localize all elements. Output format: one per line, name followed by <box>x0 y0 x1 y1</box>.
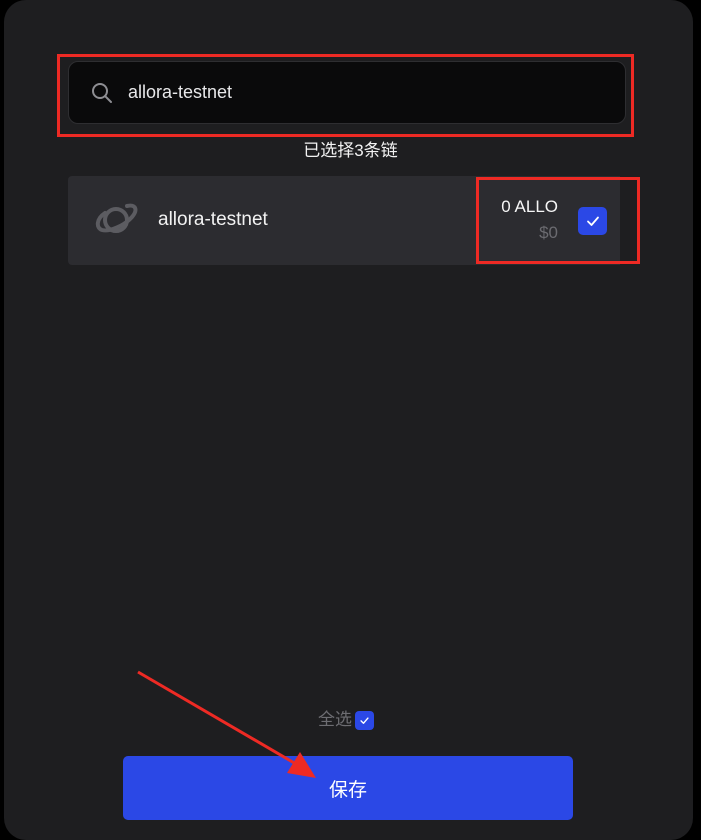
checkmark-icon <box>586 216 599 226</box>
selected-count-text: 已选择3条链 <box>303 141 398 160</box>
search-box[interactable] <box>68 61 626 124</box>
save-button[interactable]: 保存 <box>123 756 573 820</box>
search-icon <box>92 83 112 103</box>
search-input[interactable] <box>128 62 608 123</box>
select-all-checkbox[interactable] <box>355 710 374 730</box>
planet-icon <box>95 203 138 233</box>
chain-name: allora-testnet <box>158 209 268 230</box>
chain-checkbox[interactable] <box>578 207 607 235</box>
select-all-label: 全选 <box>318 710 352 729</box>
chain-row-allora-testnet[interactable]: allora-testnet 0 ALLO $0 <box>68 176 626 265</box>
chain-fiat-value: $0 <box>539 223 558 242</box>
row-divider <box>620 176 626 265</box>
chain-balance: 0 ALLO <box>501 197 558 216</box>
checkmark-icon <box>360 716 369 724</box>
select-all-toggle[interactable]: 全选 <box>318 709 374 731</box>
